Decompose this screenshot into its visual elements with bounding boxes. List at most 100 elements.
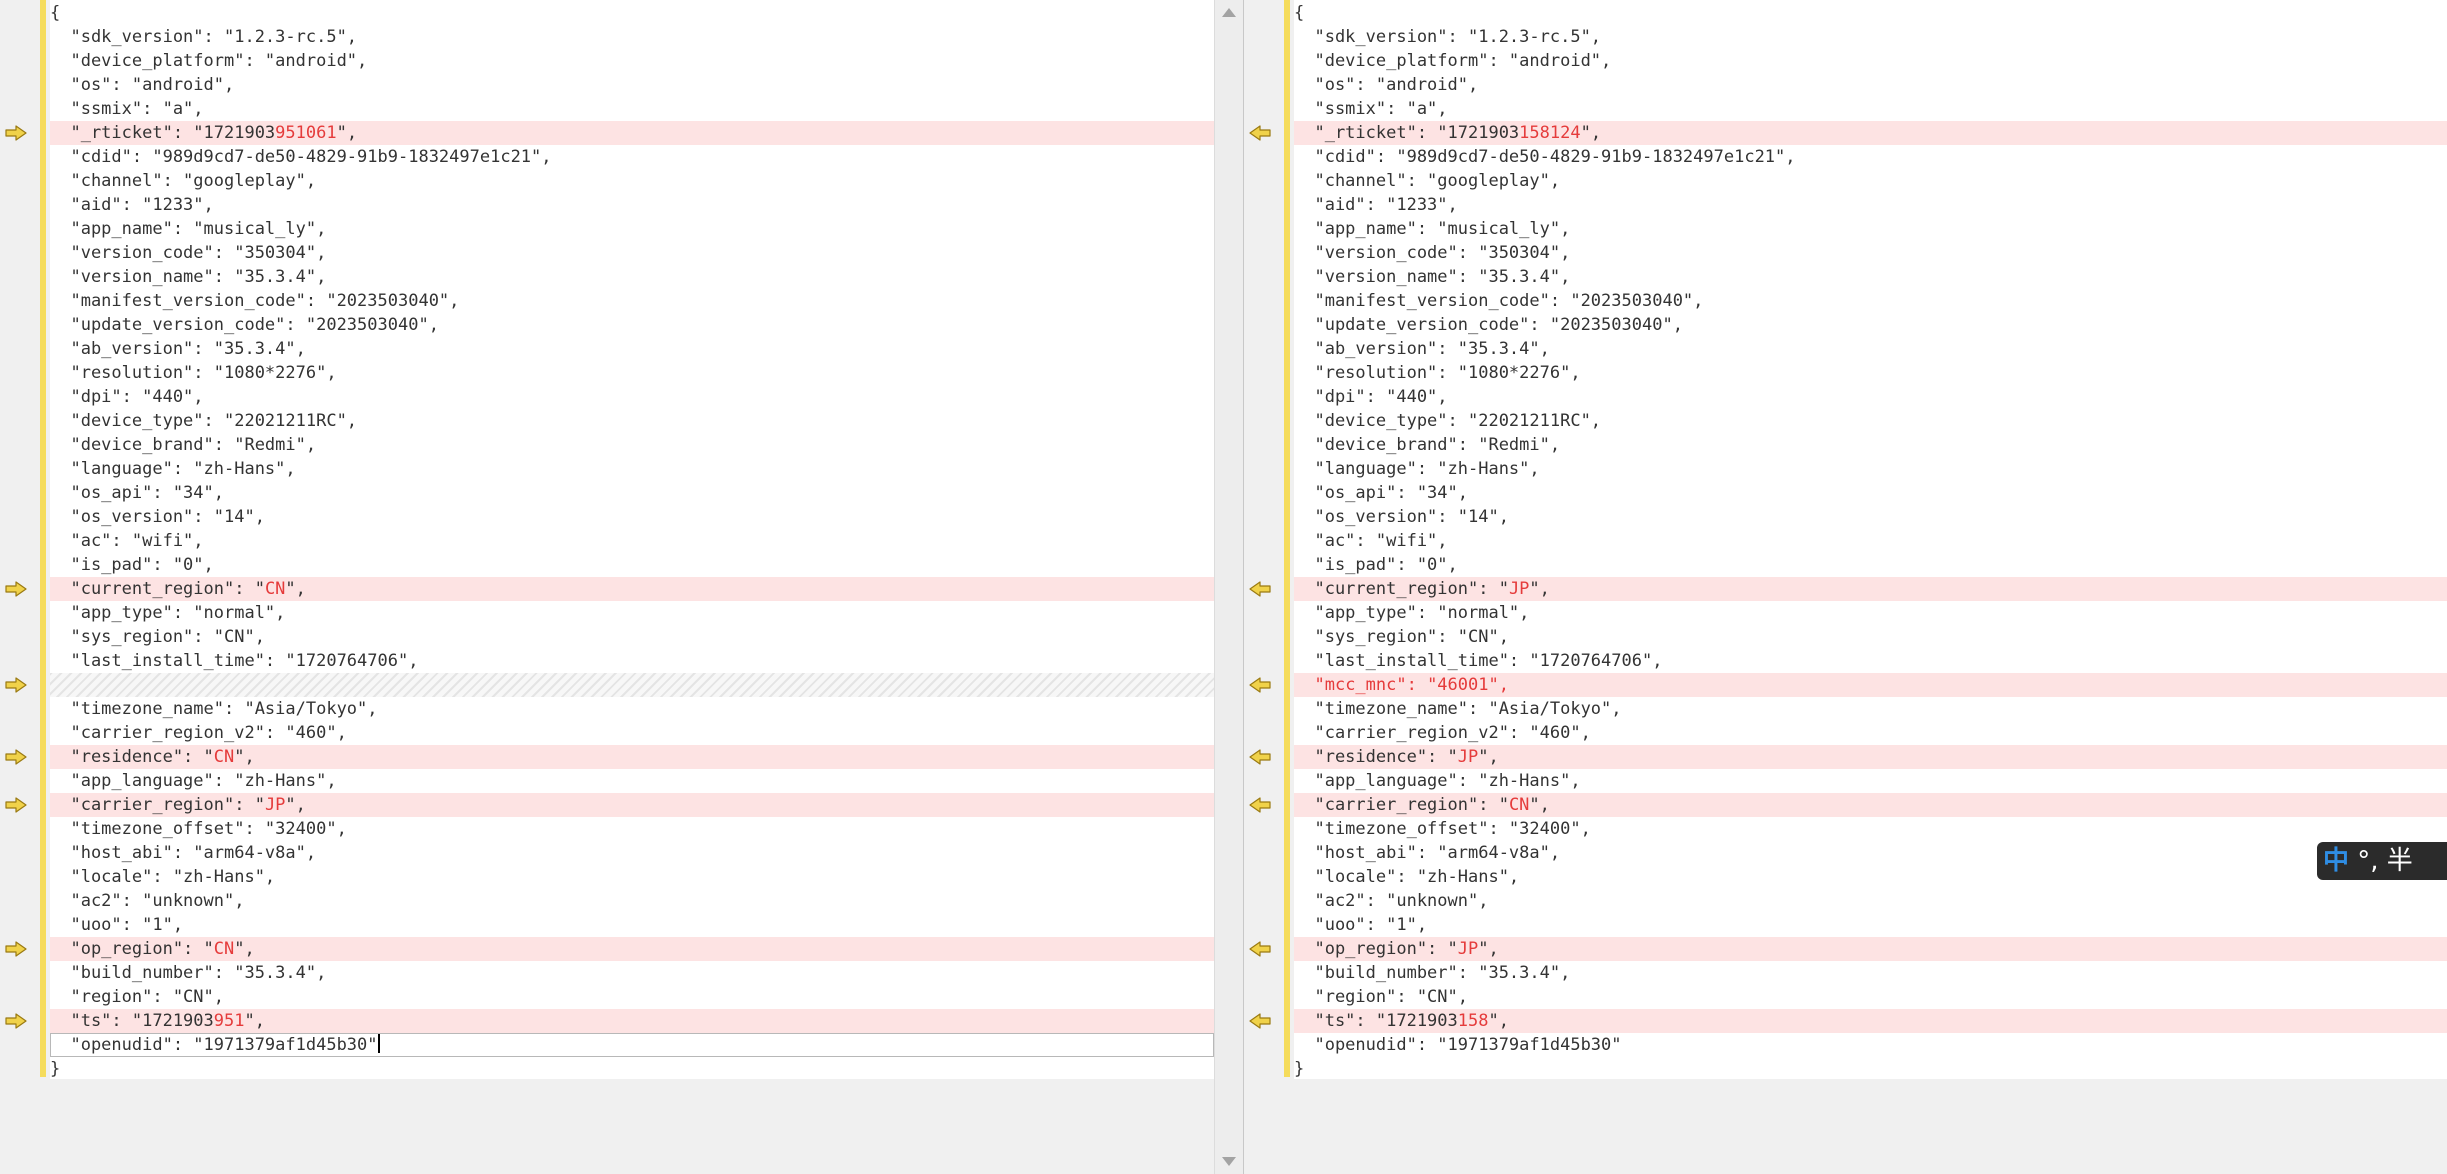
diff-line[interactable]: "current_region": "CN", bbox=[50, 577, 1214, 601]
diff-line[interactable]: "carrier_region": "CN", bbox=[1294, 793, 2447, 817]
code-line[interactable]: "manifest_version_code": "2023503040", bbox=[1294, 289, 2447, 313]
code-line[interactable]: "sdk_version": "1.2.3-rc.5", bbox=[1294, 25, 2447, 49]
arrow-right-icon[interactable] bbox=[5, 677, 27, 693]
code-line[interactable]: "uoo": "1", bbox=[50, 913, 1214, 937]
code-line[interactable]: "openudid": "1971379af1d45b30" bbox=[50, 1033, 1214, 1057]
diff-line[interactable]: "_rticket": "1721903951061", bbox=[50, 121, 1214, 145]
ime-options-label[interactable]: °, 半 bbox=[2357, 846, 2413, 876]
code-line[interactable]: "os": "android", bbox=[50, 73, 1214, 97]
code-line[interactable]: { bbox=[50, 1, 1214, 25]
code-line[interactable]: "device_type": "22021211RC", bbox=[1294, 409, 2447, 433]
code-line[interactable]: "sys_region": "CN", bbox=[50, 625, 1214, 649]
code-line[interactable]: { bbox=[1294, 1, 2447, 25]
arrow-right-icon[interactable] bbox=[5, 941, 27, 957]
diff-line[interactable]: "_rticket": "1721903158124", bbox=[1294, 121, 2447, 145]
code-line[interactable]: "device_platform": "android", bbox=[1294, 49, 2447, 73]
code-line[interactable]: "aid": "1233", bbox=[1294, 193, 2447, 217]
code-line[interactable]: "device_type": "22021211RC", bbox=[50, 409, 1214, 433]
code-line[interactable]: "uoo": "1", bbox=[1294, 913, 2447, 937]
code-line[interactable]: "app_language": "zh-Hans", bbox=[1294, 769, 2447, 793]
code-line[interactable]: "os_version": "14", bbox=[50, 505, 1214, 529]
code-line[interactable]: "last_install_time": "1720764706", bbox=[50, 649, 1214, 673]
diff-line[interactable]: "ts": "1721903951", bbox=[50, 1009, 1214, 1033]
code-line[interactable]: "sdk_version": "1.2.3-rc.5", bbox=[50, 25, 1214, 49]
code-line[interactable]: "timezone_offset": "32400", bbox=[50, 817, 1214, 841]
code-line[interactable]: "ab_version": "35.3.4", bbox=[1294, 337, 2447, 361]
arrow-right-icon[interactable] bbox=[5, 1013, 27, 1029]
code-line[interactable]: "device_brand": "Redmi", bbox=[1294, 433, 2447, 457]
right-editor[interactable]: { "sdk_version": "1.2.3-rc.5", "device_p… bbox=[1294, 0, 2447, 1079]
code-line[interactable]: } bbox=[1294, 1057, 2447, 1081]
code-line[interactable]: "sys_region": "CN", bbox=[1294, 625, 2447, 649]
code-line[interactable]: "timezone_offset": "32400", bbox=[1294, 817, 2447, 841]
scroll-up-arrow-icon[interactable] bbox=[1222, 8, 1236, 17]
code-line[interactable]: "dpi": "440", bbox=[50, 385, 1214, 409]
arrow-right-icon[interactable] bbox=[5, 797, 27, 813]
arrow-left-icon[interactable] bbox=[1249, 797, 1271, 813]
arrow-right-icon[interactable] bbox=[5, 581, 27, 597]
code-line[interactable]: "version_code": "350304", bbox=[1294, 241, 2447, 265]
code-line[interactable]: "update_version_code": "2023503040", bbox=[50, 313, 1214, 337]
arrow-left-icon[interactable] bbox=[1249, 125, 1271, 141]
diff-line[interactable]: "carrier_region": "JP", bbox=[50, 793, 1214, 817]
missing-line-placeholder[interactable] bbox=[50, 673, 1214, 697]
code-line[interactable]: "version_name": "35.3.4", bbox=[1294, 265, 2447, 289]
code-line[interactable]: "os_api": "34", bbox=[1294, 481, 2447, 505]
code-line[interactable]: "carrier_region_v2": "460", bbox=[50, 721, 1214, 745]
diff-line[interactable]: "residence": "CN", bbox=[50, 745, 1214, 769]
code-line[interactable]: "channel": "googleplay", bbox=[50, 169, 1214, 193]
ime-status-indicator[interactable]: 中 °, 半 bbox=[2317, 842, 2447, 880]
code-line[interactable]: "app_language": "zh-Hans", bbox=[50, 769, 1214, 793]
code-line[interactable]: "locale": "zh-Hans", bbox=[1294, 865, 2447, 889]
code-line[interactable]: "device_platform": "android", bbox=[50, 49, 1214, 73]
code-line[interactable]: "dpi": "440", bbox=[1294, 385, 2447, 409]
code-line[interactable]: "os_api": "34", bbox=[50, 481, 1214, 505]
arrow-left-icon[interactable] bbox=[1249, 749, 1271, 765]
code-line[interactable]: "region": "CN", bbox=[50, 985, 1214, 1009]
left-gutter[interactable] bbox=[0, 0, 40, 1174]
code-line[interactable]: "ab_version": "35.3.4", bbox=[50, 337, 1214, 361]
code-line[interactable]: "cdid": "989d9cd7-de50-4829-91b9-1832497… bbox=[50, 145, 1214, 169]
code-line[interactable]: "build_number": "35.3.4", bbox=[1294, 961, 2447, 985]
code-line[interactable]: "ac": "wifi", bbox=[1294, 529, 2447, 553]
vertical-scrollbar[interactable] bbox=[1214, 0, 1244, 1174]
code-line[interactable]: "app_type": "normal", bbox=[50, 601, 1214, 625]
arrow-left-icon[interactable] bbox=[1249, 1013, 1271, 1029]
ime-mode-label[interactable]: 中 bbox=[2323, 846, 2349, 876]
left-editor[interactable]: { "sdk_version": "1.2.3-rc.5", "device_p… bbox=[50, 0, 1214, 1079]
code-line[interactable]: "resolution": "1080*2276", bbox=[1294, 361, 2447, 385]
code-line[interactable]: } bbox=[50, 1057, 1214, 1081]
code-line[interactable]: "host_abi": "arm64-v8a", bbox=[1294, 841, 2447, 865]
code-line[interactable]: "os": "android", bbox=[1294, 73, 2447, 97]
diff-line[interactable]: "ts": "1721903158", bbox=[1294, 1009, 2447, 1033]
code-line[interactable]: "carrier_region_v2": "460", bbox=[1294, 721, 2447, 745]
arrow-right-icon[interactable] bbox=[5, 749, 27, 765]
code-line[interactable]: "host_abi": "arm64-v8a", bbox=[50, 841, 1214, 865]
right-gutter[interactable] bbox=[1244, 0, 1284, 1174]
code-line[interactable]: "ssmix": "a", bbox=[50, 97, 1214, 121]
code-line[interactable]: "last_install_time": "1720764706", bbox=[1294, 649, 2447, 673]
code-line[interactable]: "version_code": "350304", bbox=[50, 241, 1214, 265]
code-line[interactable]: "language": "zh-Hans", bbox=[1294, 457, 2447, 481]
diff-line[interactable]: "op_region": "JP", bbox=[1294, 937, 2447, 961]
code-line[interactable]: "ssmix": "a", bbox=[1294, 97, 2447, 121]
scroll-down-arrow-icon[interactable] bbox=[1222, 1157, 1236, 1166]
diff-line[interactable]: "op_region": "CN", bbox=[50, 937, 1214, 961]
code-line[interactable]: "aid": "1233", bbox=[50, 193, 1214, 217]
code-line[interactable]: "is_pad": "0", bbox=[50, 553, 1214, 577]
code-line[interactable]: "timezone_name": "Asia/Tokyo", bbox=[50, 697, 1214, 721]
code-line[interactable]: "cdid": "989d9cd7-de50-4829-91b9-1832497… bbox=[1294, 145, 2447, 169]
code-line[interactable]: "locale": "zh-Hans", bbox=[50, 865, 1214, 889]
code-line[interactable]: "region": "CN", bbox=[1294, 985, 2447, 1009]
code-line[interactable]: "ac2": "unknown", bbox=[1294, 889, 2447, 913]
arrow-left-icon[interactable] bbox=[1249, 941, 1271, 957]
diff-line[interactable]: "mcc_mnc": "46001", bbox=[1294, 673, 2447, 697]
code-line[interactable]: "ac2": "unknown", bbox=[50, 889, 1214, 913]
code-line[interactable]: "resolution": "1080*2276", bbox=[50, 361, 1214, 385]
code-line[interactable]: "timezone_name": "Asia/Tokyo", bbox=[1294, 697, 2447, 721]
code-line[interactable]: "update_version_code": "2023503040", bbox=[1294, 313, 2447, 337]
arrow-right-icon[interactable] bbox=[5, 125, 27, 141]
code-line[interactable]: "manifest_version_code": "2023503040", bbox=[50, 289, 1214, 313]
arrow-left-icon[interactable] bbox=[1249, 581, 1271, 597]
code-line[interactable]: "is_pad": "0", bbox=[1294, 553, 2447, 577]
